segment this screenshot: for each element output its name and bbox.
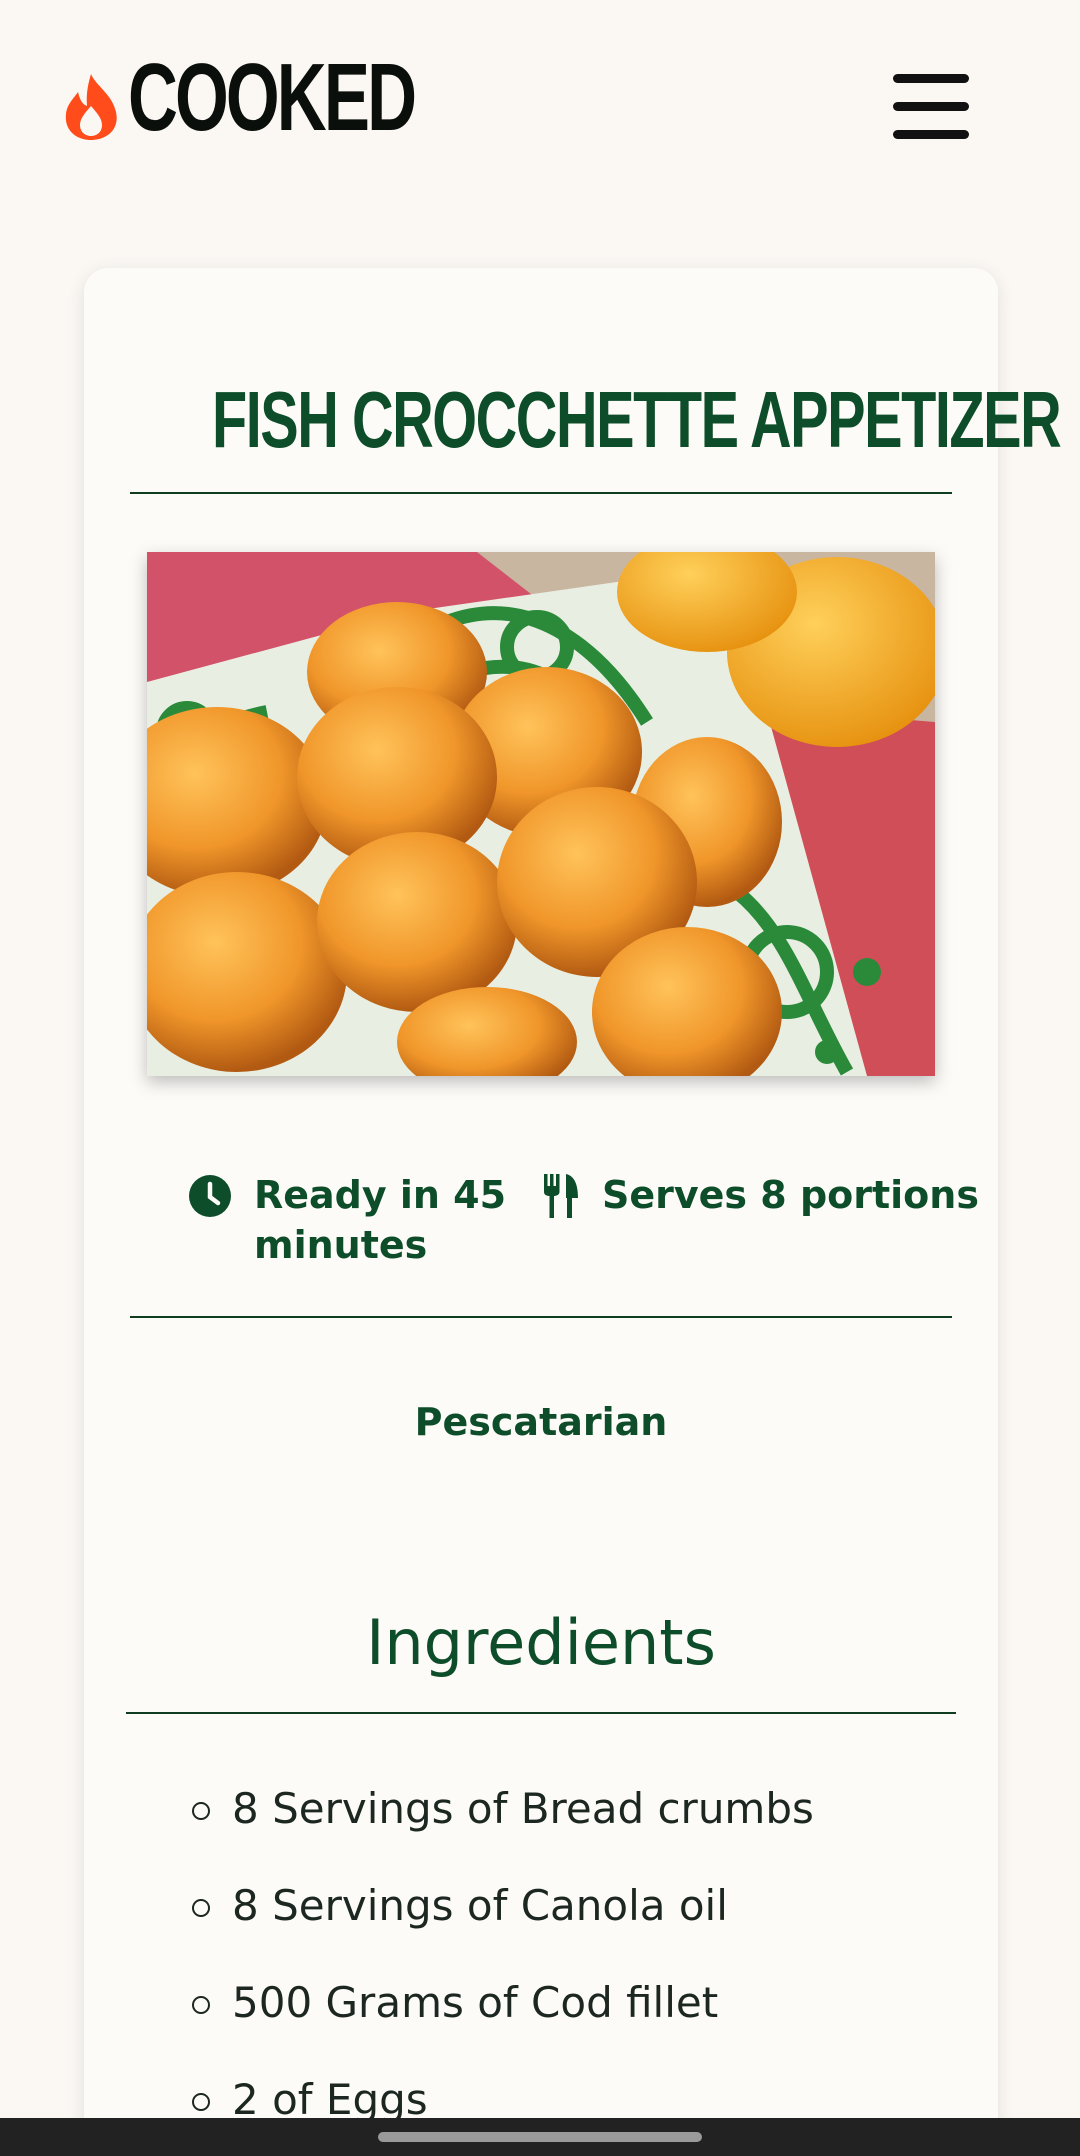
brand-name: COOKED (128, 44, 417, 151)
ready-time: Ready in 45 minutes (188, 1170, 506, 1270)
fork-knife-icon (544, 1174, 578, 1218)
system-nav-bar (0, 2118, 1080, 2156)
ready-text-2: minutes (254, 1223, 428, 1267)
serves: Serves 8 portions (542, 1170, 979, 1220)
ingredients-list: 8 Servings of Bread crumbs 8 Servings of… (192, 1788, 814, 2156)
list-item: 8 Servings of Canola oil (192, 1885, 814, 1982)
diet-tag[interactable]: Pescatarian (84, 1400, 998, 1444)
flame-icon (65, 74, 117, 140)
home-gesture-handle[interactable] (378, 2132, 702, 2142)
list-item: 500 Grams of Cod fillet (192, 1982, 814, 2079)
title-divider (130, 492, 952, 494)
clock-icon (189, 1175, 231, 1217)
ready-text: Ready in 45 (254, 1173, 507, 1217)
menu-line (893, 130, 969, 139)
brand-logo[interactable]: COOKED (60, 50, 525, 146)
menu-line (893, 74, 969, 83)
recipe-title: FISH CROCCHETTE APPETIZER (211, 375, 1062, 464)
bullet-icon (192, 1899, 210, 1917)
bullet-icon (192, 1802, 210, 1820)
bullet-icon (192, 1996, 210, 2014)
ingredients-divider (126, 1712, 956, 1714)
hamburger-menu-icon[interactable] (893, 74, 969, 140)
serves-text: Serves 8 portions (602, 1173, 979, 1217)
bullet-icon (192, 2093, 210, 2111)
menu-line (893, 102, 969, 111)
list-item: 8 Servings of Bread crumbs (192, 1788, 814, 1885)
recipe-card: FISH CROCCHETTE APPETIZER Ready in 45 mi… (84, 268, 1062, 2156)
recipe-photo (147, 552, 935, 1076)
app-header: COOKED (0, 0, 1080, 200)
meta-divider (130, 1316, 952, 1318)
food-image (147, 552, 935, 1076)
ingredients-title: Ingredients (366, 1606, 716, 1679)
